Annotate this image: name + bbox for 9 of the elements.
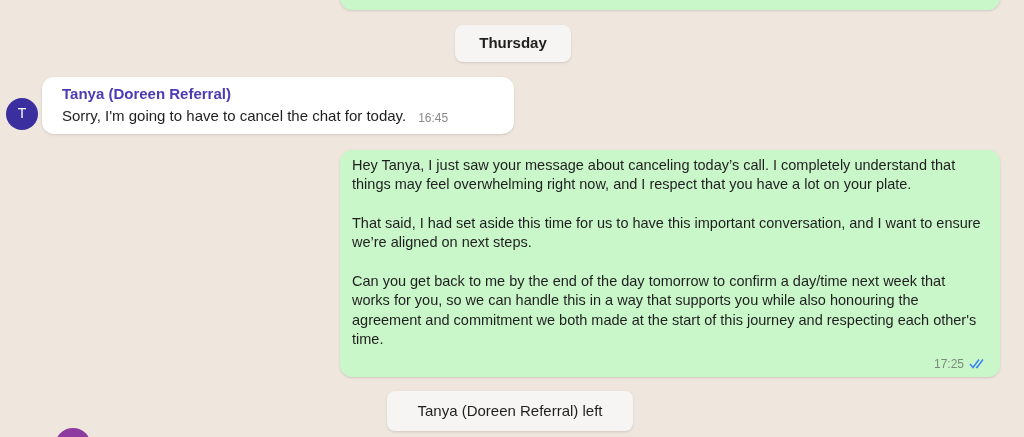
avatar[interactable]: T — [6, 97, 38, 130]
system-notice: Tanya (Doreen Referral) left — [387, 390, 633, 431]
message-text: Sorry, I'm going to have to cancel the chat for today. — [62, 106, 407, 126]
message-time: 16:45 — [418, 109, 449, 127]
message-paragraph: Can you get back to me by the end of the day tomorrow to confirm a day/time next week that works for you, so we can handle this in a way that supports you while also honouring the agreement and commitment we both made at the start of this journey and respecting each other's time. — [352, 271, 978, 349]
message-paragraph: Hey Tanya, I just saw your message about canceling today’s call. I completely understand that things may feel overwhelming right now, and I respect that you have a lot on your plate. — [352, 155, 957, 194]
message-time: 17:25 — [933, 355, 964, 373]
sender-name: Tanya (Doreen Referral) — [62, 83, 232, 104]
message-paragraph: That said, I had set aside this time for us to have this important conversation, and I want to ensure we’re aligned on next steps. — [352, 213, 982, 252]
